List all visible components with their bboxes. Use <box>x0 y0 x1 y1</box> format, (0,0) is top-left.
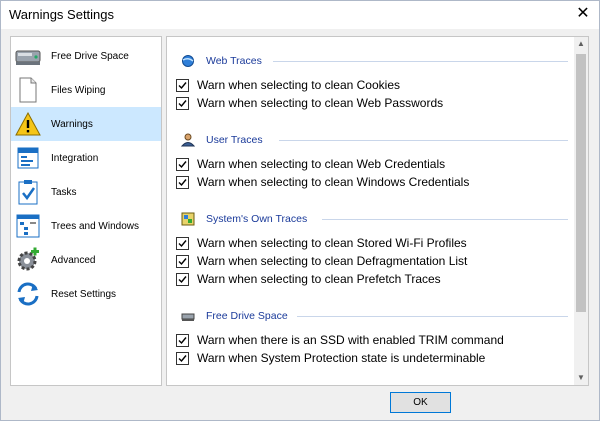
gear-plus-icon <box>15 247 41 273</box>
sidebar-item-reset-settings[interactable]: Reset Settings <box>11 277 161 311</box>
wifi-profiles-checkbox[interactable]: Warn when selecting to clean Stored Wi-F… <box>176 235 467 251</box>
window-title: Warnings Settings <box>9 7 115 22</box>
prefetch-traces-checkbox[interactable]: Warn when selecting to clean Prefetch Tr… <box>176 271 441 287</box>
defrag-list-checkbox[interactable]: Warn when selecting to clean Defragmenta… <box>176 253 467 269</box>
section-divider <box>297 316 568 317</box>
sidebar: Free Drive Space Files Wiping Warnings I… <box>10 36 162 386</box>
checkbox-label: Warn when System Protection state is und… <box>197 351 486 365</box>
checkbox[interactable] <box>176 254 189 268</box>
checkbox-label: Warn when selecting to clean Web Passwor… <box>197 96 444 110</box>
section-web-traces: Web Traces <box>181 53 262 69</box>
checkbox[interactable] <box>176 96 189 110</box>
scroll-down-icon[interactable]: ▼ <box>574 371 588 385</box>
section-title: Free Drive Space <box>206 310 288 322</box>
checkbox[interactable] <box>176 333 189 347</box>
checkbox-label: Warn when selecting to clean Windows Cre… <box>197 175 470 189</box>
web-passwords-checkbox[interactable]: Warn when selecting to clean Web Passwor… <box>176 95 443 111</box>
section-free-drive-space: Free Drive Space <box>181 308 288 324</box>
tasks-icon <box>15 179 41 205</box>
scroll-thumb[interactable] <box>576 54 586 312</box>
checkbox[interactable] <box>176 272 189 286</box>
scroll-up-icon[interactable]: ▲ <box>574 37 588 51</box>
sidebar-item-advanced[interactable]: Advanced <box>11 243 161 277</box>
sidebar-item-trees-and-windows[interactable]: Trees and Windows <box>11 209 161 243</box>
sidebar-item-label: Warnings <box>51 118 93 130</box>
warnings-settings-window: Warnings Settings ✕ Free Drive Space Fil… <box>0 0 600 421</box>
system-protection-checkbox[interactable]: Warn when System Protection state is und… <box>176 350 485 366</box>
checkbox-label: Warn when selecting to clean Defragmenta… <box>197 254 468 268</box>
title-bar: Warnings Settings ✕ <box>1 1 599 29</box>
sidebar-item-label: Reset Settings <box>51 288 117 300</box>
sidebar-item-files-wiping[interactable]: Files Wiping <box>11 73 161 107</box>
checkbox-label: Warn when selecting to clean Stored Wi-F… <box>197 236 467 250</box>
sidebar-item-free-drive-space[interactable]: Free Drive Space <box>11 39 161 73</box>
checkbox-label: Warn when selecting to clean Prefetch Tr… <box>197 272 441 286</box>
section-divider <box>279 140 568 141</box>
close-icon[interactable]: ✕ <box>573 4 593 24</box>
checkbox[interactable] <box>176 78 189 92</box>
ssd-trim-checkbox[interactable]: Warn when there is an SSD with enabled T… <box>176 332 504 348</box>
ok-button[interactable]: OK <box>390 392 451 413</box>
sidebar-item-label: Tasks <box>51 186 77 198</box>
checkbox[interactable] <box>176 157 189 171</box>
sidebar-item-label: Files Wiping <box>51 84 106 96</box>
drive-small-icon <box>181 309 195 323</box>
checkbox-label: Warn when there is an SSD with enabled T… <box>197 333 504 347</box>
section-divider <box>322 219 568 220</box>
web-credentials-checkbox[interactable]: Warn when selecting to clean Web Credent… <box>176 156 445 172</box>
section-title: Web Traces <box>206 55 262 67</box>
section-title: User Traces <box>206 134 263 146</box>
checkbox[interactable] <box>176 351 189 365</box>
section-divider <box>273 61 568 62</box>
checkbox-label: Warn when selecting to clean Web Credent… <box>197 157 446 171</box>
sidebar-item-label: Trees and Windows <box>51 220 139 232</box>
section-systems-own-traces: System's Own Traces <box>181 211 307 227</box>
sidebar-item-label: Free Drive Space <box>51 50 129 62</box>
web-cookies-checkbox[interactable]: Warn when selecting to clean Cookies <box>176 77 400 93</box>
section-title: System's Own Traces <box>206 213 308 225</box>
warning-icon <box>15 111 41 137</box>
integration-icon <box>15 145 41 171</box>
system-icon <box>181 212 195 226</box>
sidebar-item-tasks[interactable]: Tasks <box>11 175 161 209</box>
web-icon <box>181 54 195 68</box>
reset-icon <box>15 281 41 307</box>
section-user-traces: User Traces <box>181 132 263 148</box>
sidebar-item-label: Integration <box>51 152 99 164</box>
user-icon <box>181 133 195 147</box>
drive-icon <box>15 43 41 69</box>
sidebar-item-label: Advanced <box>51 254 96 266</box>
checkbox[interactable] <box>176 236 189 250</box>
sidebar-item-integration[interactable]: Integration <box>11 141 161 175</box>
trees-icon <box>15 213 41 239</box>
vertical-scrollbar[interactable]: ▲ ▼ <box>574 37 588 385</box>
checkbox-label: Warn when selecting to clean Cookies <box>197 78 400 92</box>
sidebar-item-warnings[interactable]: Warnings <box>11 107 161 141</box>
file-icon <box>15 77 41 103</box>
warnings-panel: Web Traces Warn when selecting to clean … <box>166 36 589 386</box>
windows-credentials-checkbox[interactable]: Warn when selecting to clean Windows Cre… <box>176 174 469 190</box>
checkbox[interactable] <box>176 175 189 189</box>
